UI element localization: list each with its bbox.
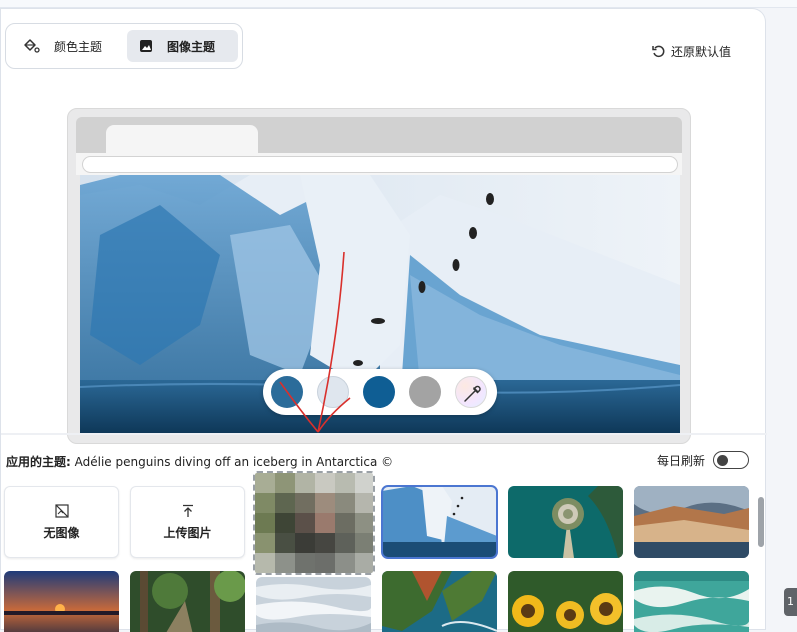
theme-settings-window: 颜色主题 图像主题 还原默认值 应用的主题: Adélie penguins d… <box>0 0 797 632</box>
theme-tile-coastal-town[interactable] <box>634 486 749 558</box>
theme-tile-aerial-pier[interactable] <box>508 486 623 558</box>
color-chip-bar <box>263 369 497 415</box>
undo-icon <box>652 45 665 58</box>
theme-tile-salt-flats[interactable] <box>256 577 371 632</box>
color-chip-1[interactable] <box>271 376 303 408</box>
preview-tabstrip <box>76 117 682 153</box>
applied-theme-label: 应用的主题: <box>6 455 71 469</box>
image-icon <box>140 40 152 52</box>
color-theme-button[interactable]: 颜色主题 <box>12 30 124 62</box>
color-chip-4[interactable] <box>409 376 441 408</box>
theme-mode-switch: 颜色主题 图像主题 <box>5 23 243 69</box>
theme-tile-waves[interactable] <box>634 571 749 632</box>
applied-theme-title: Adélie penguins diving off an iceberg in… <box>74 455 394 469</box>
eyedropper-icon <box>464 385 481 402</box>
theme-tile-forest[interactable] <box>130 571 245 632</box>
top-edge <box>0 0 797 8</box>
upload-icon <box>182 504 193 517</box>
preview-tab <box>106 125 258 153</box>
daily-refresh-label: 每日刷新 <box>657 453 706 468</box>
daily-refresh-row: 每日刷新 <box>657 451 750 469</box>
color-chip-2[interactable] <box>317 376 349 408</box>
no-image-label: 无图像 <box>43 525 80 540</box>
eyedropper-button[interactable] <box>455 376 487 408</box>
grid-scrollbar[interactable] <box>757 495 765 632</box>
preview-divider <box>1 433 767 435</box>
toggle-knob <box>717 454 729 466</box>
upload-image-label: 上传图片 <box>163 525 212 540</box>
scrollbar-thumb[interactable] <box>758 497 764 547</box>
no-image-tile[interactable]: 无图像 <box>4 486 119 558</box>
color-chip-3[interactable] <box>363 376 395 408</box>
theme-tile-pixelated[interactable] <box>253 471 375 575</box>
image-theme-label: 图像主题 <box>167 39 216 54</box>
no-image-icon <box>54 503 69 518</box>
applied-theme-row: 应用的主题: Adélie penguins diving off an ice… <box>6 453 393 470</box>
preview-toolbar <box>76 153 682 175</box>
reset-default-label: 还原默认值 <box>671 44 732 59</box>
daily-refresh-toggle[interactable] <box>713 451 750 469</box>
theme-tile-sunset[interactable] <box>4 571 119 632</box>
theme-tile-penguins-selected[interactable] <box>381 485 498 559</box>
theme-tile-sunflowers[interactable] <box>508 571 623 632</box>
upload-image-tile[interactable]: 上传图片 <box>130 486 245 558</box>
side-badge: 1 <box>784 588 797 616</box>
paint-bucket-icon <box>24 39 40 53</box>
preview-omnibox <box>82 156 678 173</box>
reset-default-button[interactable]: 还原默认值 <box>651 41 731 61</box>
image-theme-button[interactable]: 图像主题 <box>127 30 238 62</box>
color-theme-label: 颜色主题 <box>54 39 103 54</box>
theme-tile-cliffs[interactable] <box>382 571 497 632</box>
theme-panel: 颜色主题 图像主题 还原默认值 应用的主题: Adélie penguins d… <box>0 8 767 632</box>
